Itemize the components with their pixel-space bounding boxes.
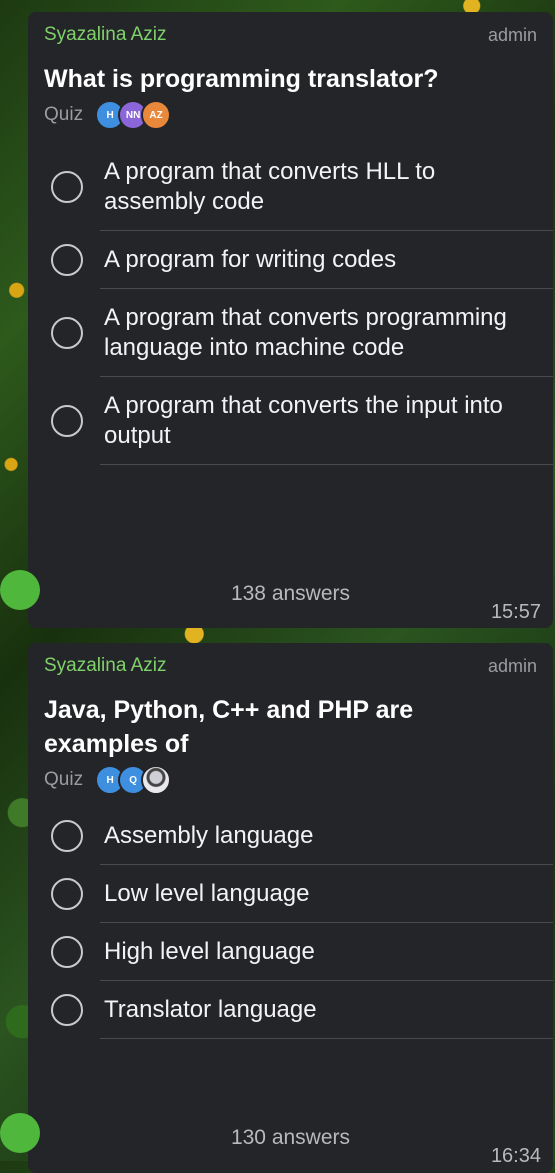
- voter-avatar: AZ: [141, 100, 172, 130]
- poll-question: Java, Python, C++ and PHP are examples o…: [44, 696, 414, 758]
- poll-option-label: Assembly language: [104, 822, 314, 849]
- divider: [100, 1038, 553, 1039]
- poll-option-label: Translator language: [104, 996, 317, 1023]
- radio-circle-icon[interactable]: [51, 171, 83, 203]
- divider: [100, 464, 553, 465]
- radio-circle-icon[interactable]: [51, 317, 83, 349]
- voter-avatars[interactable]: H Q: [95, 765, 172, 795]
- poll-option[interactable]: Assembly language: [28, 807, 553, 865]
- poll-question: What is programming translator?: [44, 65, 439, 93]
- message-time: 15:57: [490, 601, 541, 623]
- poll-option[interactable]: Translator language: [28, 981, 553, 1039]
- poll-option[interactable]: A program that converts programming lang…: [28, 289, 553, 377]
- poll-option-label: High level language: [104, 938, 315, 965]
- sender-role-badge: admin: [487, 656, 537, 676]
- poll-option-label: A program that converts HLL to assembly …: [104, 158, 436, 215]
- voter-avatars[interactable]: H NN AZ: [95, 100, 172, 130]
- poll-option-label: Low level language: [104, 880, 310, 907]
- message-time: 16:34: [490, 1145, 541, 1167]
- radio-circle-icon[interactable]: [51, 994, 83, 1026]
- sender-name[interactable]: Syazalina Aziz: [44, 24, 167, 46]
- poll-meta: Quiz H Q: [44, 765, 172, 795]
- radio-circle-icon[interactable]: [51, 820, 83, 852]
- poll-options: Assembly language Low level language Hig…: [28, 807, 553, 1039]
- poll-option[interactable]: Low level language: [28, 865, 553, 923]
- poll-option-label: A program that converts programming lang…: [104, 304, 507, 361]
- poll-meta: Quiz H NN AZ: [44, 100, 172, 130]
- radio-circle-icon[interactable]: [51, 878, 83, 910]
- answers-count[interactable]: 138 answers: [28, 582, 553, 606]
- poll-option-label: A program for writing codes: [104, 246, 397, 273]
- poll-type-label: Quiz: [44, 769, 84, 790]
- poll-options: A program that converts HLL to assembly …: [28, 143, 553, 465]
- sender-name[interactable]: Syazalina Aziz: [44, 655, 167, 677]
- poll-option[interactable]: A program for writing codes: [28, 231, 553, 289]
- poll-option[interactable]: A program that converts the input into o…: [28, 377, 553, 465]
- sender-role-badge: admin: [487, 25, 537, 45]
- radio-circle-icon[interactable]: [51, 405, 83, 437]
- poll-option[interactable]: A program that converts HLL to assembly …: [28, 143, 553, 231]
- voter-avatar: [141, 765, 172, 795]
- radio-circle-icon[interactable]: [51, 244, 83, 276]
- radio-circle-icon[interactable]: [51, 936, 83, 968]
- answers-count[interactable]: 130 answers: [28, 1126, 553, 1150]
- quiz-poll-message: Syazalina Aziz admin Java, Python, C++ a…: [0, 643, 553, 1173]
- poll-option[interactable]: High level language: [28, 923, 553, 981]
- quiz-poll-message: Syazalina Aziz admin What is programming…: [0, 12, 553, 628]
- poll-option-label: A program that converts the input into o…: [104, 392, 503, 449]
- poll-type-label: Quiz: [44, 104, 84, 125]
